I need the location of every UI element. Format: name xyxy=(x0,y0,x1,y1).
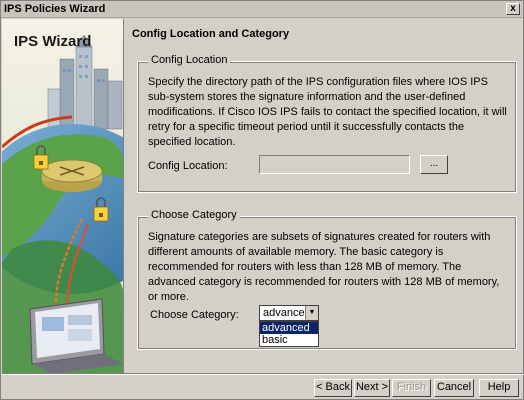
category-option-advanced[interactable]: advanced xyxy=(260,322,318,334)
choose-category-group: Choose Category Signature categories are… xyxy=(137,209,517,350)
back-button[interactable]: < Back xyxy=(314,379,352,397)
choose-category-label: Choose Category: xyxy=(150,309,239,321)
category-dropdown-list: advanced basic xyxy=(259,321,319,347)
close-icon[interactable]: x xyxy=(510,3,516,14)
close-button[interactable]: x xyxy=(506,3,520,15)
wizard-title: IPS Wizard xyxy=(14,33,92,50)
help-button[interactable]: Help xyxy=(479,379,519,397)
category-select[interactable]: advanced ▼ xyxy=(259,305,319,321)
next-button[interactable]: Next > xyxy=(354,379,390,397)
dropdown-arrow-icon[interactable]: ▼ xyxy=(305,306,318,320)
category-option-basic[interactable]: basic xyxy=(260,334,318,346)
choose-category-legend: Choose Category xyxy=(148,209,240,221)
finish-button[interactable]: Finish xyxy=(392,379,431,397)
config-location-group: Config Location Specify the directory pa… xyxy=(137,54,517,193)
config-location-legend: Config Location xyxy=(148,54,231,66)
router-icon xyxy=(41,159,103,192)
cancel-button[interactable]: Cancel xyxy=(434,379,474,397)
network-illustration xyxy=(2,19,123,374)
choose-category-description: Signature categories are subsets of sign… xyxy=(148,231,500,303)
button-bar: < Back Next > Finish Cancel Help xyxy=(2,374,524,400)
wizard-banner: IPS Wizard xyxy=(2,19,124,374)
title-bar[interactable]: IPS Policies Wizard x xyxy=(1,1,523,18)
browse-button[interactable]: ... xyxy=(420,155,448,174)
config-location-input[interactable] xyxy=(259,155,410,174)
wizard-content: Config Location and Category Config Loca… xyxy=(125,19,523,374)
page-title: Config Location and Category xyxy=(132,28,290,40)
category-selected-value: advanced xyxy=(263,307,311,319)
wizard-window: IPS Policies Wizard x IPS Wizard Config … xyxy=(0,0,524,400)
config-location-label: Config Location: xyxy=(148,160,228,172)
window-title: IPS Policies Wizard xyxy=(4,3,106,15)
config-location-description: Specify the directory path of the IPS co… xyxy=(148,76,507,148)
